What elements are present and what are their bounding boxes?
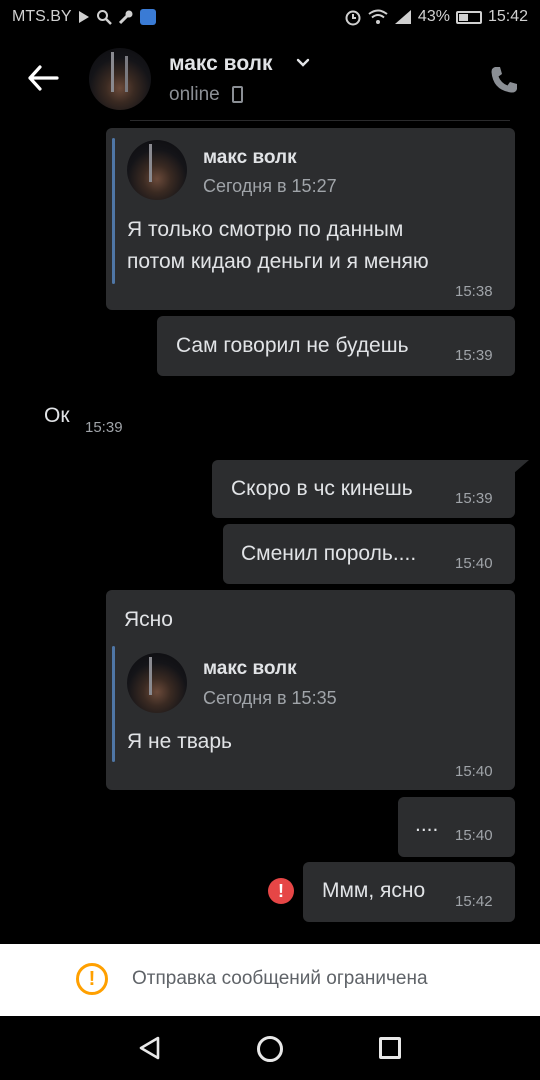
forwarded-message[interactable]: макс волк Сегодня в 15:27 Я только смотр… [112,138,502,288]
contact-status: online [169,84,220,105]
quote-date: Сегодня в 15:35 [203,688,337,708]
forwarded-message[interactable]: макс волк Сегодня в 15:35 Я не тварь [112,646,502,762]
messaging-restricted-banner: ! Отправка сообщений ограничена [0,944,540,1016]
message-time: 15:39 [455,490,493,507]
message-text: Сменил пороль.... [241,542,417,565]
bubble-tail [514,460,529,473]
message-bubble-outgoing[interactable]: .... 15:40 [398,797,515,857]
message-bubble-outgoing[interactable]: Ясно макс волк Сегодня в 15:35 Я не твар… [106,590,515,790]
message-text: Ясно [124,608,173,631]
message-time: 15:42 [455,893,493,910]
restriction-text: Отправка сообщений ограничена [132,968,428,989]
wifi-icon [368,9,388,24]
battery-icon [455,10,482,24]
nav-recents-icon[interactable] [379,1037,401,1059]
quote-author-avatar [127,653,187,713]
quote-author-name: макс волк [203,147,297,168]
chevron-down-icon[interactable] [296,58,310,68]
message-time: 15:39 [85,419,123,436]
alarm-icon [345,10,361,26]
quote-bar [112,646,115,762]
clock: 15:42 [487,8,528,25]
message-bubble-outgoing[interactable]: макс волк Сегодня в 15:27 Я только смотр… [106,128,515,310]
message-time: 15:40 [455,555,493,572]
quote-author-name: макс волк [203,658,297,679]
quote-bar [112,138,115,284]
message-bubble-outgoing[interactable]: Сменил пороль.... 15:40 [223,524,515,584]
message-time: 15:38 [455,283,493,300]
message-text: Скоро в чс кинешь [231,477,413,500]
message-bubble-outgoing[interactable]: Скоро в чс кинешь 15:39 [212,460,515,518]
message-time: 15:40 [455,763,493,780]
search-icon [96,10,112,25]
message-time: 15:40 [455,827,493,844]
contact-name[interactable]: макс волк [169,52,272,76]
signal-icon [394,10,411,24]
system-nav-bar [0,1016,540,1080]
shield-icon [139,9,156,25]
send-error-icon[interactable]: ! [268,878,294,904]
nav-home-icon[interactable] [257,1036,283,1062]
message-bubble-outgoing[interactable]: Ммм, ясно 15:42 [303,862,515,922]
message-text-incoming[interactable]: Ок [44,400,70,432]
play-icon [78,11,89,23]
carrier-label: MTS.BY [12,8,72,25]
message-text: Сам говорил не будешь [176,334,409,357]
quote-text-line-2: потом кидаю деньги и я меняю [127,250,429,273]
message-text: Ммм, ясно [322,879,426,902]
message-text: .... [415,813,439,836]
wrench-icon [118,10,133,25]
message-bubble-outgoing[interactable]: Сам говорил не будешь 15:39 [157,316,515,376]
quote-text-line-1: Я только смотрю по данным [127,218,404,241]
header-divider [130,120,510,121]
nav-back-icon[interactable] [138,1036,162,1060]
chat-header: макс волк online [0,36,540,120]
phone-call-icon[interactable] [488,64,520,96]
quote-text: Я не тварь [127,730,232,753]
message-time: 15:39 [455,347,493,364]
mobile-device-icon [232,86,243,103]
warning-icon: ! [76,963,108,995]
quote-author-avatar [127,140,187,200]
back-arrow-icon[interactable] [26,64,60,92]
battery-percent: 43% [417,8,450,25]
contact-avatar[interactable] [89,48,151,110]
quote-date: Сегодня в 15:27 [203,176,337,196]
status-bar: MTS.BY 43% 15:42 [0,0,540,36]
